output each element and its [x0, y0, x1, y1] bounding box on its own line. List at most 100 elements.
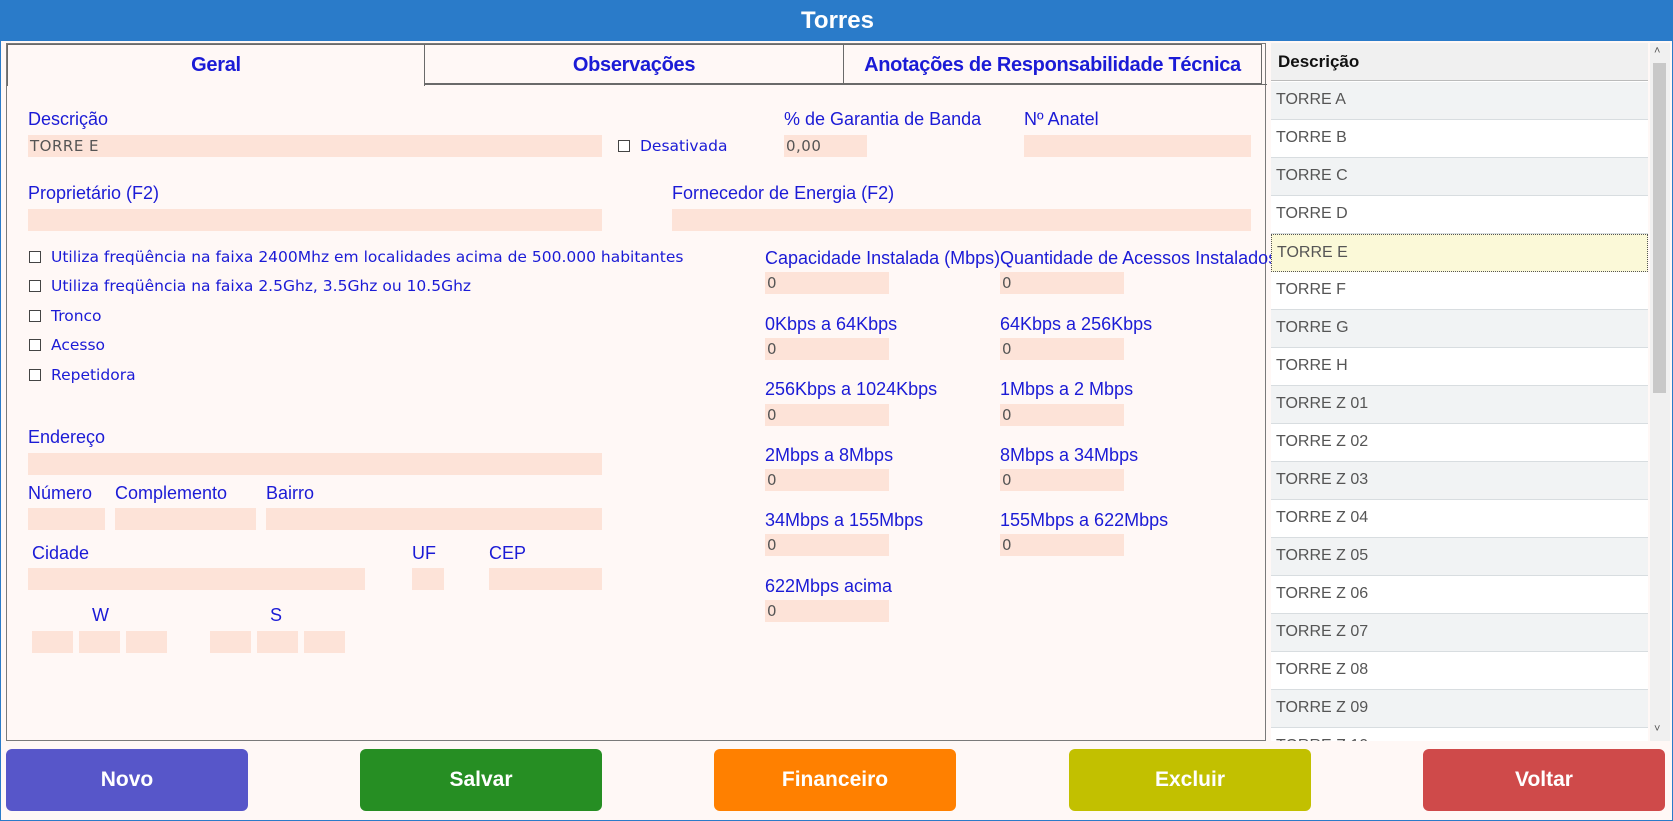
- financeiro-button[interactable]: Financeiro: [714, 749, 956, 811]
- w-seconds-input[interactable]: [126, 631, 167, 653]
- capacidade-input[interactable]: 0: [765, 272, 889, 294]
- list-item[interactable]: TORRE B: [1271, 120, 1648, 158]
- list-item[interactable]: TORRE Z 05: [1271, 538, 1648, 576]
- numero-label: Número: [28, 483, 93, 503]
- range-8-34-input[interactable]: 0: [1000, 469, 1124, 491]
- salvar-button[interactable]: Salvar: [360, 749, 602, 811]
- check-25ghz[interactable]: Utiliza freqüência na faixa 2.5Ghz, 3.5G…: [29, 277, 471, 295]
- list-item[interactable]: TORRE Z 08: [1271, 652, 1648, 690]
- scroll-down-icon[interactable]: ˅: [1654, 723, 1660, 735]
- check-repetidora[interactable]: Repetidora: [29, 366, 136, 384]
- endereco-label: Endereço: [28, 427, 106, 447]
- tab-divider: [424, 84, 1267, 85]
- check-acesso[interactable]: Acesso: [29, 336, 105, 354]
- fornecedor-input[interactable]: [672, 209, 1251, 231]
- list-item[interactable]: TORRE C: [1271, 158, 1648, 196]
- check-2400mhz[interactable]: Utiliza freqüência na faixa 2400Mhz em l…: [29, 248, 683, 266]
- list-item[interactable]: TORRE H: [1271, 348, 1648, 386]
- cep-input[interactable]: [489, 568, 602, 590]
- acessos-input[interactable]: 0: [1000, 272, 1124, 294]
- w-label: W: [92, 605, 109, 625]
- list-item[interactable]: TORRE D: [1271, 196, 1648, 234]
- scroll-up-icon[interactable]: ˄: [1654, 45, 1660, 57]
- s-degrees-input[interactable]: [210, 631, 251, 653]
- list-item[interactable]: TORRE A: [1271, 82, 1648, 120]
- checkbox-icon: [29, 310, 41, 322]
- scroll-thumb[interactable]: [1653, 63, 1666, 393]
- checkbox-icon: [29, 369, 41, 381]
- complemento-input[interactable]: [115, 508, 256, 530]
- complemento-label: Complemento: [115, 483, 228, 503]
- excluir-button[interactable]: Excluir: [1069, 749, 1311, 811]
- list-item[interactable]: TORRE G: [1271, 310, 1648, 348]
- range-155-622-label: 155Mbps a 622Mbps: [1000, 510, 1169, 530]
- checkbox-icon: [618, 140, 630, 152]
- range-34-155-input[interactable]: 0: [765, 534, 889, 556]
- range-34-155-label: 34Mbps a 155Mbps: [765, 510, 924, 530]
- list-item[interactable]: TORRE Z 03: [1271, 462, 1648, 500]
- garantia-input[interactable]: 0,00: [784, 135, 867, 157]
- anatel-input[interactable]: [1024, 135, 1251, 157]
- numero-input[interactable]: [28, 508, 105, 530]
- range-622-input[interactable]: 0: [765, 600, 889, 622]
- tab-geral[interactable]: Geral: [7, 44, 425, 86]
- list-item[interactable]: TORRE Z 10: [1271, 728, 1648, 741]
- s-seconds-input[interactable]: [304, 631, 345, 653]
- novo-button[interactable]: Novo: [6, 749, 248, 811]
- desativada-label: Desativada: [640, 137, 728, 155]
- list-item[interactable]: TORRE Z 09: [1271, 690, 1648, 728]
- proprietario-label: Proprietário (F2): [28, 183, 160, 203]
- bairro-label: Bairro: [266, 483, 315, 503]
- check-label: Acesso: [51, 336, 106, 354]
- torres-list[interactable]: Descrição TORRE A TORRE B TORRE C TORRE …: [1271, 43, 1648, 741]
- uf-label: UF: [412, 543, 436, 563]
- list-item[interactable]: TORRE Z 01: [1271, 386, 1648, 424]
- list-item[interactable]: TORRE Z 06: [1271, 576, 1648, 614]
- range-2-8-label: 2Mbps a 8Mbps: [765, 445, 894, 465]
- list-item-selected[interactable]: TORRE E: [1271, 234, 1648, 272]
- check-tronco[interactable]: Tronco: [29, 307, 102, 325]
- anatel-label: Nº Anatel: [1024, 109, 1099, 129]
- acessos-label: Quantidade de Acessos Instalados: [1000, 248, 1278, 268]
- list-item[interactable]: TORRE Z 02: [1271, 424, 1648, 462]
- fornecedor-label: Fornecedor de Energia (F2): [672, 183, 895, 203]
- uf-input[interactable]: [412, 568, 444, 590]
- list-item[interactable]: TORRE Z 07: [1271, 614, 1648, 652]
- range-2-8-input[interactable]: 0: [765, 469, 889, 491]
- descricao-label: Descrição: [28, 109, 109, 129]
- check-label: Utiliza freqüência na faixa 2.5Ghz, 3.5G…: [51, 277, 472, 295]
- cidade-input[interactable]: [28, 568, 365, 590]
- range-64-256-label: 64Kbps a 256Kbps: [1000, 314, 1153, 334]
- voltar-button[interactable]: Voltar: [1423, 749, 1665, 811]
- range-0-64-label: 0Kbps a 64Kbps: [765, 314, 898, 334]
- checkbox-icon: [29, 280, 41, 292]
- check-label: Utiliza freqüência na faixa 2400Mhz em l…: [51, 248, 684, 266]
- cidade-label: Cidade: [32, 543, 90, 563]
- range-256-1024-label: 256Kbps a 1024Kbps: [765, 379, 938, 399]
- tab-observacoes[interactable]: Observações: [424, 44, 844, 84]
- range-1-2-input[interactable]: 0: [1000, 404, 1124, 426]
- bairro-input[interactable]: [266, 508, 602, 530]
- range-0-64-input[interactable]: 0: [765, 338, 889, 360]
- cep-label: CEP: [489, 543, 527, 563]
- proprietario-input[interactable]: [28, 209, 602, 231]
- range-64-256-input[interactable]: 0: [1000, 338, 1124, 360]
- descricao-input[interactable]: TORRE E: [28, 135, 602, 157]
- checkbox-icon: [29, 251, 41, 263]
- window-title: Torres: [1, 1, 1673, 41]
- capacidade-label: Capacidade Instalada (Mbps): [765, 248, 1001, 268]
- w-degrees-input[interactable]: [32, 631, 73, 653]
- tab-anotacoes[interactable]: Anotações de Responsabilidade Técnica: [843, 44, 1262, 84]
- range-1-2-label: 1Mbps a 2 Mbps: [1000, 379, 1134, 399]
- s-minutes-input[interactable]: [257, 631, 298, 653]
- endereco-input[interactable]: [28, 453, 602, 475]
- list-item[interactable]: TORRE F: [1271, 272, 1648, 310]
- desativada-checkbox[interactable]: Desativada: [618, 137, 727, 155]
- list-item[interactable]: TORRE Z 04: [1271, 500, 1648, 538]
- list-header[interactable]: Descrição: [1271, 43, 1648, 81]
- range-256-1024-input[interactable]: 0: [765, 404, 889, 426]
- w-minutes-input[interactable]: [79, 631, 120, 653]
- range-155-622-input[interactable]: 0: [1000, 534, 1124, 556]
- list-scrollbar[interactable]: ˄ ˅: [1650, 43, 1670, 741]
- form-panel: Geral Observações Anotações de Responsab…: [6, 43, 1277, 741]
